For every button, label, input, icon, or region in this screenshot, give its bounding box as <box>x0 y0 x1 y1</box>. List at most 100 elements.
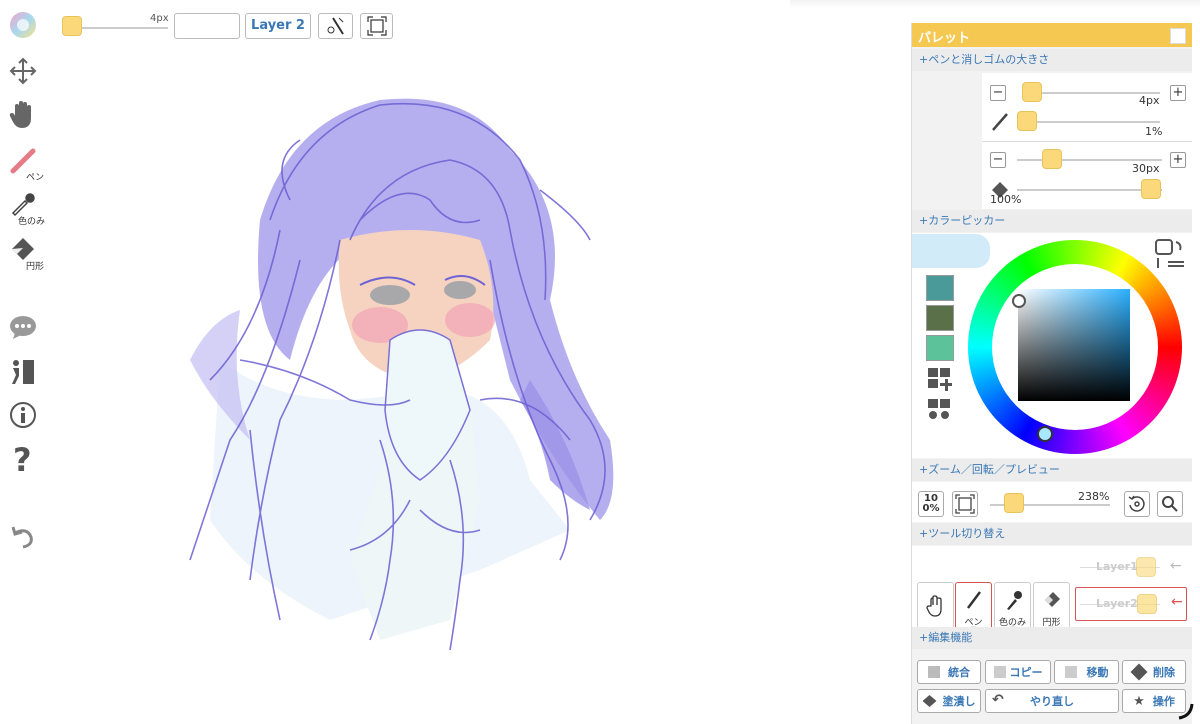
color-swatch-1[interactable] <box>926 275 954 301</box>
operate-label: 操作 <box>1152 695 1175 708</box>
delete-label: 削除 <box>1153 666 1175 679</box>
pen-size-slider[interactable] <box>1022 82 1042 102</box>
pen-settings-icon <box>327 17 344 35</box>
palette-panel: パレット +ペンと消しゴムの大きさ − + 4px 1% − + 30px 10… <box>911 23 1192 724</box>
grid-add-icon <box>928 368 952 391</box>
palette-header: パレット <box>912 23 1192 47</box>
merge-label: 統合 <box>948 666 970 679</box>
zoom-section-title[interactable]: +ズーム／回転／プレビュー <box>912 459 1192 481</box>
move-button[interactable]: 移動 <box>1054 660 1119 684</box>
layer2-row[interactable]: Layer2 ← <box>1075 587 1187 621</box>
hue-picker-handle[interactable] <box>1037 426 1053 442</box>
eraser-size-track[interactable] <box>1017 159 1162 161</box>
pen-eraser-size-section-title[interactable]: +ペンと消しゴムの大きさ <box>912 49 1192 71</box>
pen-size-decrease-button[interactable]: − <box>990 85 1006 101</box>
color-mode-toggle-button[interactable] <box>1152 236 1186 272</box>
hand-tool-icon <box>926 595 942 617</box>
layer1-opacity-knob[interactable] <box>1136 557 1156 577</box>
magnifier-icon <box>1162 496 1178 512</box>
eraser-size-increase-button[interactable]: + <box>1170 152 1186 168</box>
canvas-fit-icon <box>366 16 387 36</box>
redo-label: やり直し <box>1030 695 1074 708</box>
pen-opacity-track[interactable] <box>1022 121 1160 123</box>
left-toolbar: ペン 色のみ 円形 ? <box>0 0 46 724</box>
layer2-label: Layer2 <box>1096 597 1138 610</box>
eraser-opacity-slider[interactable] <box>1141 179 1161 199</box>
eraser-tool-label: 円形 <box>26 262 45 272</box>
edit-section-title[interactable]: +編集機能 <box>912 627 1192 649</box>
layer2-arrow-icon[interactable]: ← <box>1171 594 1183 610</box>
rotate-button[interactable] <box>1124 491 1150 517</box>
brush-size-track[interactable] <box>70 27 168 29</box>
color-mode-icon <box>1155 239 1184 268</box>
eraser-opacity-value: 100% <box>990 193 1022 206</box>
fill-label: 塗潰し <box>942 695 976 708</box>
fill-bucket-icon <box>922 695 937 707</box>
redo-button[interactable]: ↶ やり直し <box>985 689 1119 713</box>
info-icon[interactable] <box>8 400 38 430</box>
color-swatch-2[interactable] <box>926 305 954 331</box>
rotate-icon <box>1128 495 1145 512</box>
color-picker-section-title[interactable]: +カラーピッカー <box>912 210 1192 232</box>
pen-opacity-icon <box>992 113 1008 131</box>
layer1-row[interactable]: Layer1 ← <box>1076 554 1186 580</box>
pen-opacity-value: 1% <box>1145 125 1163 138</box>
move-icon[interactable] <box>8 56 38 86</box>
pen-size-value: 4px <box>1139 94 1160 107</box>
move-icon <box>1064 666 1077 678</box>
sketch-illustration <box>189 98 614 651</box>
merge-button[interactable]: 統合 <box>917 660 981 684</box>
palette-title: パレット <box>918 31 971 46</box>
copy-button[interactable]: コピー <box>985 660 1051 684</box>
chat-icon[interactable] <box>8 312 38 342</box>
layer-button[interactable]: Layer 2 <box>245 13 311 39</box>
zoom-slider[interactable] <box>1004 493 1024 513</box>
tool-switch-section-title[interactable]: +ツール切り替え <box>912 523 1192 545</box>
exit-icon[interactable] <box>8 357 38 387</box>
color-swatch-3[interactable] <box>926 335 954 361</box>
grid-swap-icon <box>928 399 950 419</box>
fit-screen-button[interactable] <box>952 491 978 517</box>
star-icon: ★ <box>1133 693 1145 709</box>
delete-icon <box>1130 663 1148 681</box>
drawing-canvas[interactable] <box>150 80 630 680</box>
undo-icon[interactable] <box>8 522 38 552</box>
help-icon[interactable]: ? <box>8 443 38 475</box>
copy-label: コピー <box>1009 666 1043 679</box>
pen-settings-button[interactable] <box>318 13 353 39</box>
brush-size-label: 4px <box>150 13 169 24</box>
pen-size-increase-button[interactable]: + <box>1170 85 1186 101</box>
svg-text:?: ? <box>13 443 32 475</box>
palette-close-button[interactable] <box>1170 28 1186 44</box>
window-edge-shadow <box>790 0 1200 8</box>
eraser-size-decrease-button[interactable]: − <box>990 152 1006 168</box>
zoom-reset-label: 100% <box>922 493 940 514</box>
swatch-swap-button[interactable] <box>926 397 954 423</box>
section-divider <box>982 141 1192 142</box>
add-swatch-button[interactable] <box>926 366 954 392</box>
eyedropper-tool-card-icon <box>1007 591 1022 610</box>
fit-screen-icon <box>955 494 975 514</box>
layer2-opacity-knob[interactable] <box>1137 594 1157 614</box>
zoom-value: 238% <box>1078 490 1110 503</box>
pen-opacity-slider[interactable] <box>1017 111 1037 131</box>
pen-tool-card-icon <box>967 591 981 609</box>
fill-button[interactable]: 塗潰し <box>917 689 981 713</box>
hand-icon[interactable] <box>8 100 38 130</box>
canvas-fit-button[interactable] <box>360 13 393 39</box>
layer1-label: Layer1 <box>1096 560 1138 573</box>
color-wheel-icon[interactable] <box>8 10 38 40</box>
current-color-preview <box>912 234 990 268</box>
zoom-reset-button[interactable]: 100% <box>918 491 944 517</box>
saturation-value-square[interactable] <box>1018 289 1130 401</box>
eraser-size-slider[interactable] <box>1042 149 1062 169</box>
delete-button[interactable]: 削除 <box>1122 660 1186 684</box>
brush-size-slider[interactable] <box>62 16 82 36</box>
merge-icon <box>928 666 940 678</box>
sv-picker-handle[interactable] <box>1012 294 1026 308</box>
redo-icon: ↶ <box>992 692 1004 708</box>
layer1-arrow-icon[interactable]: ← <box>1170 558 1182 574</box>
preview-search-button[interactable] <box>1157 491 1183 517</box>
resize-handle-icon[interactable] <box>1176 700 1196 720</box>
color-preview-box[interactable] <box>174 13 240 39</box>
